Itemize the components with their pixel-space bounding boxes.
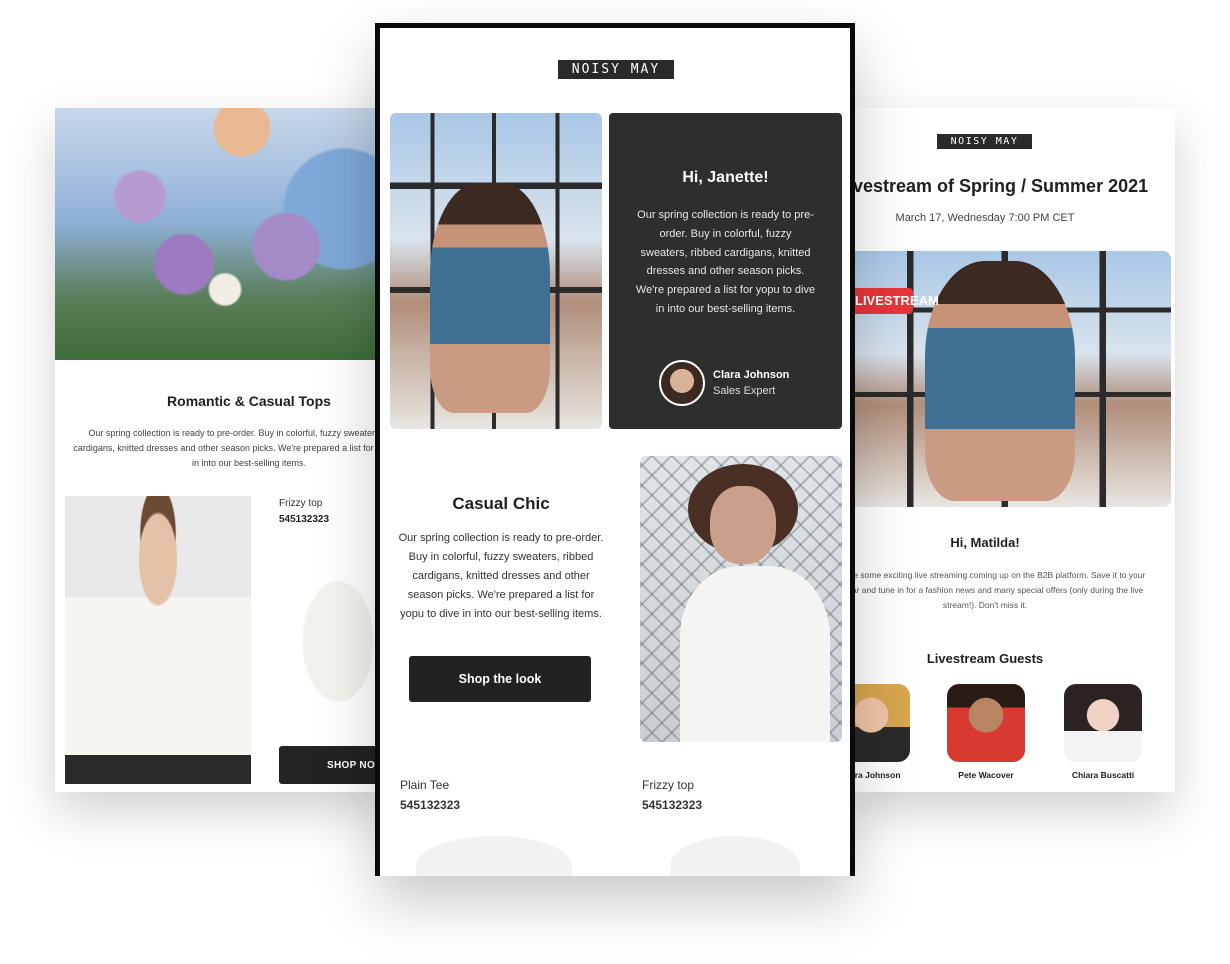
guest-card[interactable]: Pete Wacover <box>946 684 1026 780</box>
greeting-panel: Hi, Janette! Our spring collection is re… <box>609 113 842 429</box>
email-preview-left: Romantic & Casual Tops Our spring collec… <box>55 108 395 792</box>
section-title: Romantic & Casual Tops <box>167 393 331 409</box>
product-name: Frizzy top <box>279 498 323 509</box>
model-figure <box>925 261 1075 501</box>
guest-avatar <box>1064 684 1142 762</box>
email-preview-center: NOISY MAY Hi, Janette! Our spring collec… <box>375 23 855 876</box>
shop-the-look-button[interactable]: Shop the look <box>409 656 591 702</box>
product-image <box>670 836 800 876</box>
sender-avatar <box>659 360 705 406</box>
model-face <box>710 486 776 564</box>
product-name: Frizzy top <box>642 778 695 792</box>
guest-name: Pete Wacover <box>958 770 1014 780</box>
product-code: 545132323 <box>642 798 703 812</box>
hero-image <box>390 113 602 429</box>
section-title: Casual Chic <box>452 494 550 513</box>
guest-card[interactable]: Chiara Buscatti <box>1063 684 1143 780</box>
greeting-message: Our spring collection is ready to pre-or… <box>635 209 816 315</box>
email-preview-right: NOISY MAY Livestream of Spring / Summer … <box>845 108 1175 792</box>
product-item[interactable]: Frizzy top 545132323 <box>642 778 702 812</box>
product-item[interactable]: Plain Tee 545132323 <box>400 778 460 812</box>
look-image <box>640 456 842 742</box>
model-image <box>65 496 251 784</box>
sender-name: Clara Johnson <box>713 369 790 381</box>
section-body: Our spring collection is ready to pre-or… <box>398 532 604 620</box>
model-figure <box>430 183 550 413</box>
guests-title: Livestream Guests <box>926 651 1044 666</box>
product-name: Plain Tee <box>400 778 450 792</box>
event-date: March 17, Wednesday 7:00 PM CET <box>895 212 1075 224</box>
brand-logo: NOISY MAY <box>558 60 674 79</box>
greeting: Hi, Matilda! <box>950 535 1020 550</box>
model-tee <box>680 566 830 742</box>
hero-image-flowers <box>55 108 395 360</box>
product-code: 545132323 <box>279 514 330 525</box>
guest-avatar <box>947 684 1025 762</box>
event-title: Livestream of Spring / Summer 2021 <box>845 176 1149 196</box>
product-image <box>416 836 572 876</box>
sender-role: Sales Expert <box>713 385 776 397</box>
greeting-title: Hi, Janette! <box>682 169 769 186</box>
guest-name: Chiara Buscatti <box>1071 770 1135 780</box>
livestream-badge: LIVESTREAM <box>845 288 939 314</box>
section-body: Our spring collection is ready to pre-or… <box>73 428 395 468</box>
brand-logo: NOISY MAY <box>937 134 1032 149</box>
greeting-body: We have some exciting live streaming com… <box>845 570 1146 610</box>
product-code: 545132323 <box>400 798 461 812</box>
